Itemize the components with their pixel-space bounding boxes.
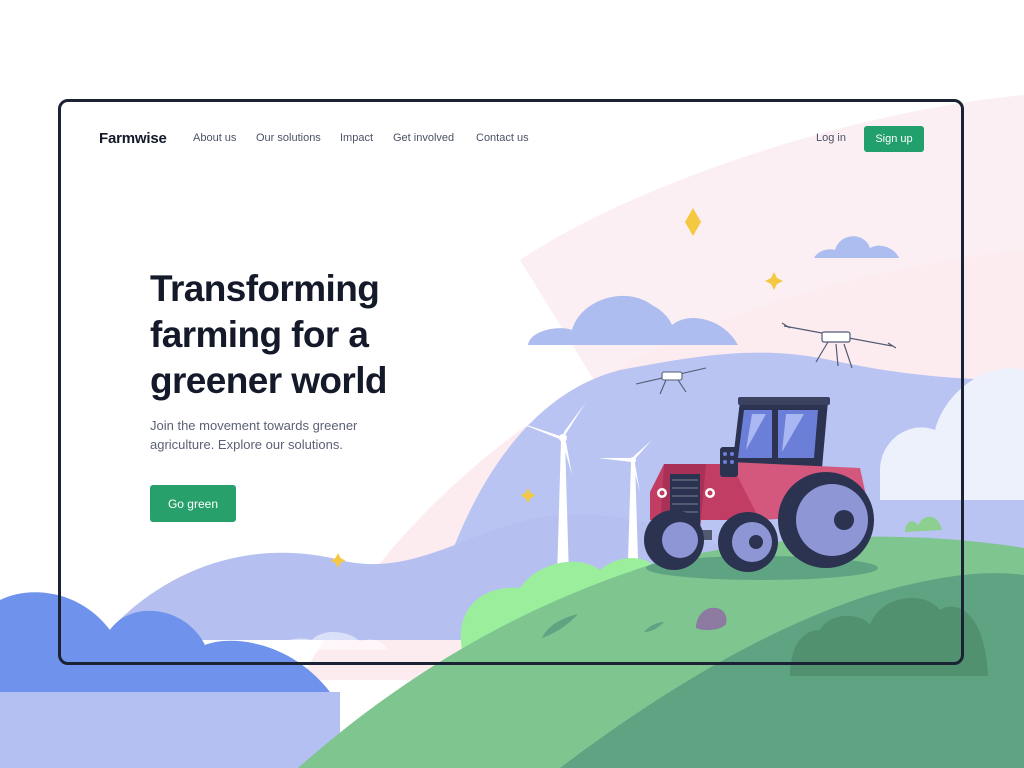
nav-link-get-involved[interactable]: Get involved: [393, 132, 454, 144]
signup-button[interactable]: Sign up: [864, 126, 924, 152]
login-link[interactable]: Log in: [816, 132, 846, 144]
nav-link-contact-us[interactable]: Contact us: [476, 132, 529, 144]
water-strip: [0, 692, 340, 768]
nav-link-impact[interactable]: Impact: [340, 132, 373, 144]
go-green-button[interactable]: Go green: [150, 485, 236, 522]
hero-subtitle: Join the movement towards greener agricu…: [150, 418, 358, 452]
nav-link-our-solutions[interactable]: Our solutions: [256, 132, 321, 144]
hero-title: Transforming farming for a greener world: [150, 268, 387, 401]
nav-link-about-us[interactable]: About us: [193, 132, 236, 144]
brand-logo[interactable]: Farmwise: [99, 130, 167, 147]
